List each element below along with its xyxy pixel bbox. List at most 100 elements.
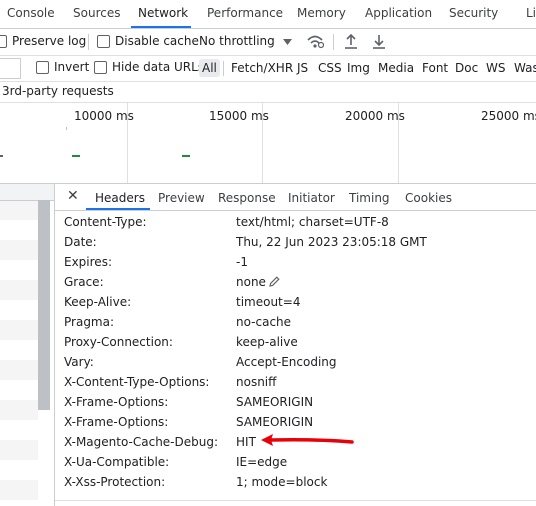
preserve-log-checkbox[interactable] xyxy=(0,35,7,48)
header-name: Date: xyxy=(64,235,97,249)
timeline-request-mark xyxy=(72,155,80,157)
header-name: Proxy-Connection: xyxy=(64,335,173,349)
header-value: 1; mode=block xyxy=(236,475,328,489)
filter-css[interactable]: CSS xyxy=(315,59,345,77)
request-row[interactable] xyxy=(0,200,38,220)
tab-timing[interactable]: Timing xyxy=(349,191,390,205)
header-value: text/html; charset=UTF-8 xyxy=(236,215,389,229)
third-party-row: 3rd-party requests xyxy=(0,82,536,103)
header-name: X-Ua-Compatible: xyxy=(64,455,170,469)
disable-cache-label: Disable cache xyxy=(115,34,199,48)
timeline-tick-label: 15000 ms xyxy=(209,109,269,123)
devtools-tab-bar: Console Sources Network Performance Memo… xyxy=(0,0,536,29)
active-detail-tab-indicator xyxy=(86,208,150,210)
header-value: SAMEORIGIN xyxy=(236,395,314,409)
request-row[interactable] xyxy=(0,360,38,380)
header-value: -1 xyxy=(236,255,248,269)
header-value: Thu, 22 Jun 2023 23:05:18 GMT xyxy=(236,235,427,249)
annotation-arrow-icon xyxy=(261,434,354,446)
filter-ws[interactable]: WS xyxy=(483,59,508,77)
header-value: Accept-Encoding xyxy=(236,355,337,369)
timeline-tick-label: 20000 ms xyxy=(345,109,405,123)
header-value: HIT xyxy=(236,435,256,449)
filter-bar: Invert Hide data URLs All Fetch/XHR JS C… xyxy=(0,56,536,82)
header-name: Grace: xyxy=(64,275,104,289)
filter-divider xyxy=(223,61,224,76)
network-toolbar: Preserve log Disable cache No throttling xyxy=(0,29,536,56)
tab-performance[interactable]: Performance xyxy=(207,6,283,20)
header-value: SAMEORIGIN xyxy=(236,415,314,429)
filter-img[interactable]: Img xyxy=(344,59,373,77)
tab-cookies[interactable]: Cookies xyxy=(405,191,452,205)
timeline-request-mark xyxy=(66,127,67,130)
header-value: nosniff xyxy=(236,375,277,389)
filter-fetch-xhr[interactable]: Fetch/XHR xyxy=(228,59,296,77)
header-name: Content-Type: xyxy=(64,215,147,229)
tab-security[interactable]: Security xyxy=(449,6,498,20)
edit-pencil-icon[interactable] xyxy=(268,275,281,288)
tab-response[interactable]: Response xyxy=(218,191,276,205)
hide-data-urls-label: Hide data URLs xyxy=(112,60,205,74)
filter-font[interactable]: Font xyxy=(419,59,451,77)
tab-sources[interactable]: Sources xyxy=(73,6,120,20)
invert-checkbox[interactable] xyxy=(36,61,49,74)
header-name: Keep-Alive: xyxy=(64,295,132,309)
header-value: IE=edge xyxy=(236,455,288,469)
pane-bottom-border xyxy=(55,500,536,501)
header-name: Vary: xyxy=(64,355,94,369)
request-row[interactable] xyxy=(0,280,38,300)
network-conditions-icon[interactable] xyxy=(306,33,324,49)
hide-data-urls-checkbox[interactable] xyxy=(94,61,107,74)
request-list-scrollbar[interactable] xyxy=(38,200,50,410)
header-value: no-cache xyxy=(236,315,292,329)
tab-initiator[interactable]: Initiator xyxy=(288,191,335,205)
throttling-select[interactable]: No throttling xyxy=(199,34,275,48)
toolbar-divider xyxy=(88,34,89,50)
invert-label: Invert xyxy=(54,60,90,74)
filter-doc[interactable]: Doc xyxy=(452,59,481,77)
header-name: X-Xss-Protection: xyxy=(64,475,166,489)
tab-console[interactable]: Console xyxy=(7,6,55,20)
filter-input[interactable] xyxy=(0,58,21,79)
timeline-request-mark xyxy=(0,155,3,157)
pane-splitter[interactable] xyxy=(54,184,55,506)
filter-wasm[interactable]: Was xyxy=(511,59,536,77)
header-value: timeout=4 xyxy=(236,295,301,309)
header-name: X-Frame-Options: xyxy=(64,415,169,429)
header-value: none xyxy=(236,275,266,289)
header-value: keep-alive xyxy=(236,335,298,349)
header-name: X-Content-Type-Options: xyxy=(64,375,210,389)
request-detail-tabs: ✕ Headers Preview Response Initiator Tim… xyxy=(55,184,536,211)
export-har-icon[interactable] xyxy=(372,33,386,49)
tab-preview[interactable]: Preview xyxy=(158,191,205,205)
tab-application[interactable]: Application xyxy=(365,6,432,20)
overview-timeline[interactable]: 10000 ms 15000 ms 20000 ms 25000 ms xyxy=(0,103,536,184)
tab-lighthouse[interactable]: Li xyxy=(526,6,536,20)
tab-headers[interactable]: Headers xyxy=(95,191,145,205)
request-list-header xyxy=(0,184,54,201)
filter-all[interactable]: All xyxy=(199,59,220,77)
request-row[interactable] xyxy=(0,320,38,340)
timeline-tick-label: 10000 ms xyxy=(74,109,134,123)
filter-media[interactable]: Media xyxy=(375,59,417,77)
filter-js[interactable]: JS xyxy=(294,59,311,77)
throttling-dropdown-icon[interactable] xyxy=(283,39,292,45)
request-row[interactable] xyxy=(0,240,38,260)
timeline-tick-label: 25000 ms xyxy=(481,109,536,123)
toolbar-divider xyxy=(333,34,334,50)
header-name: Pragma: xyxy=(64,315,115,329)
request-row[interactable] xyxy=(0,440,38,460)
header-name: X-Magento-Cache-Debug: xyxy=(64,435,219,449)
active-tab-indicator xyxy=(131,26,191,28)
tab-network[interactable]: Network xyxy=(138,6,188,20)
request-row[interactable] xyxy=(0,480,38,500)
header-name: Expires: xyxy=(64,255,112,269)
request-row[interactable] xyxy=(0,400,38,420)
preserve-log-label: Preserve log xyxy=(12,34,87,48)
header-name: X-Frame-Options: xyxy=(64,395,169,409)
close-icon[interactable]: ✕ xyxy=(67,188,79,204)
import-har-icon[interactable] xyxy=(344,33,358,49)
disable-cache-checkbox[interactable] xyxy=(97,35,110,48)
tab-memory[interactable]: Memory xyxy=(297,6,346,20)
third-party-requests-label[interactable]: 3rd-party requests xyxy=(2,84,114,98)
